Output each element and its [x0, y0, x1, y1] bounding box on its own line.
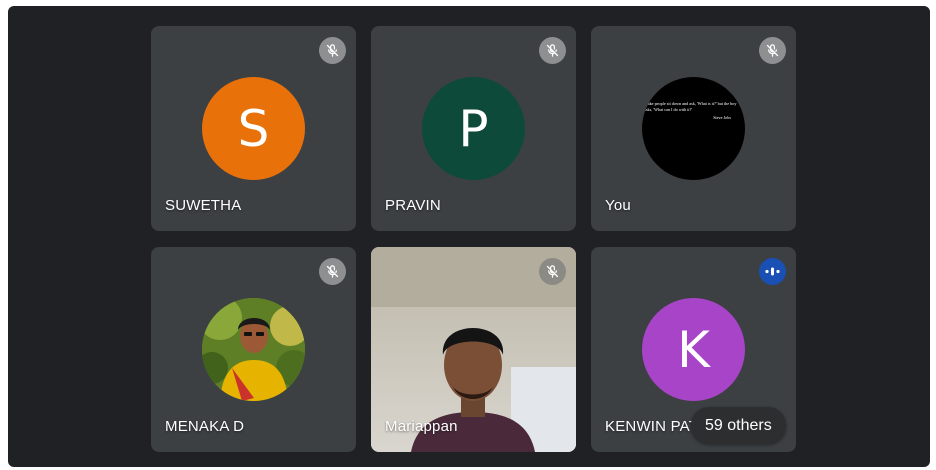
participant-tile-pravin[interactable]: P PRAVIN: [371, 26, 576, 231]
participant-tile-suwetha[interactable]: S SUWETHA: [151, 26, 356, 231]
others-label: 59 others: [705, 416, 772, 434]
participant-name: Mariappan: [385, 418, 458, 435]
participant-tile-you[interactable]: Make people sit down and ask, 'What is i…: [591, 26, 796, 231]
mic-off-icon: [319, 37, 346, 64]
participant-name: MENAKA D: [165, 418, 245, 435]
avatar: K: [642, 298, 745, 401]
avatar-initial: S: [237, 99, 270, 158]
mic-off-icon: [319, 258, 346, 285]
participant-name: KENWIN PAT: [605, 418, 699, 435]
participant-name: PRAVIN: [385, 197, 441, 214]
mic-off-icon: [539, 258, 566, 285]
participant-name: SUWETHA: [165, 197, 242, 214]
meeting-grid: S SUWETHA P PRAVIN Make people sit down …: [8, 6, 930, 467]
others-count-button[interactable]: 59 others: [691, 407, 786, 444]
mic-off-icon: [539, 37, 566, 64]
avatar-initial: K: [677, 320, 710, 379]
quote-body: Make people sit down and ask, 'What is i…: [644, 101, 737, 112]
participant-name: You: [605, 197, 631, 214]
participant-tile-mariappan[interactable]: Mariappan: [371, 247, 576, 452]
avatar-photo: [202, 298, 305, 401]
participant-tile-menaka[interactable]: MENAKA D: [151, 247, 356, 452]
mic-off-icon: [759, 37, 786, 64]
avatar-initial: P: [458, 99, 489, 158]
avatar-quote-text: Make people sit down and ask, 'What is i…: [644, 101, 743, 121]
avatar: P: [422, 77, 525, 180]
avatar: S: [202, 77, 305, 180]
audio-level-icon: [759, 258, 786, 285]
quote-author: Steve Jobs: [713, 115, 731, 120]
avatar: Make people sit down and ask, 'What is i…: [642, 77, 745, 180]
